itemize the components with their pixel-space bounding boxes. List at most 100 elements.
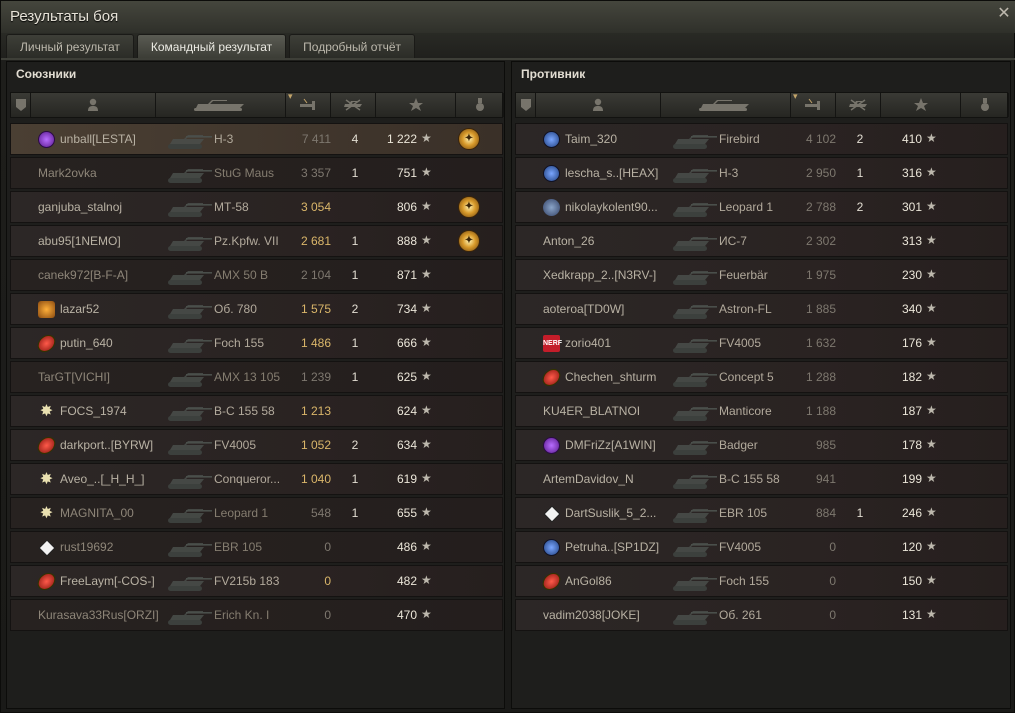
player-row[interactable]: ✸ FOCS_1974 В-С 155 58 1 213 624 ★ [10, 395, 503, 427]
player-name: lazar52 [60, 302, 100, 316]
player-row[interactable]: ArtemDavidov_N В-С 155 58 941 199 ★ [515, 463, 1008, 495]
sort-arrow-icon: ▾ [288, 91, 293, 101]
column-header-frags-icon[interactable] [836, 93, 881, 117]
player-row[interactable]: TarGT[VICHI] AMX 13 105 1 239 1 625 ★ [10, 361, 503, 393]
player-row[interactable]: darkport..[BYRW] FV4005 1 052 2 634 ★ [10, 429, 503, 461]
column-header-damage-icon[interactable]: ▾ [791, 91, 836, 117]
experience-value: 486 [396, 540, 417, 554]
player-name: lescha_s..[HEAX] [565, 166, 659, 180]
frags-value [345, 600, 365, 630]
player-name: putin_640 [60, 336, 113, 350]
tank-icon [164, 297, 214, 322]
experience-value: 734 [396, 302, 417, 316]
damage-value: 1 975 [805, 268, 836, 282]
player-row[interactable]: Anton_26 ИС-7 2 302 313 ★ [515, 225, 1008, 257]
experience-value: 1 222 [386, 132, 417, 146]
experience-value: 634 [396, 438, 417, 452]
player-row[interactable]: lescha_s..[HEAX] Н-3 2 950 1 316 ★ [515, 157, 1008, 189]
medal-icon[interactable]: ✦ [458, 230, 480, 252]
star-icon: ★ [421, 539, 432, 553]
tab-detailed-report[interactable]: Подробный отчёт [289, 34, 416, 58]
damage-value: 1 052 [300, 438, 331, 452]
vehicle-name: Об. 780 [214, 302, 257, 316]
player-row[interactable]: putin_640 Foch 155 1 486 1 666 ★ [10, 327, 503, 359]
player-row[interactable]: Mark2ovka StuG Maus 3 357 1 751 ★ [10, 157, 503, 189]
experience-value: 131 [901, 608, 922, 622]
player-row[interactable]: Kurasava33Rus[ORZI] Erich Kn. I 0 470 ★ [10, 599, 503, 631]
experience-value: 176 [901, 336, 922, 350]
tab-personal-result[interactable]: Личный результат [6, 34, 134, 58]
damage-value: 2 788 [805, 200, 836, 214]
star-icon: ★ [421, 233, 432, 247]
player-row[interactable]: abu95[1NEMO] Pz.Kpfw. VII 2 681 1 888 ★ ✦ [10, 225, 503, 257]
vehicle-name: МТ-58 [214, 200, 249, 214]
column-header-tank-icon[interactable] [661, 93, 791, 117]
player-row[interactable]: nikolaykolent90... Leopard 1 2 788 2 301 ★ [515, 191, 1008, 223]
experience-value: 178 [901, 438, 922, 452]
experience-value: 316 [901, 166, 922, 180]
player-row[interactable]: vadim2038[JOKE] Об. 261 0 131 ★ [515, 599, 1008, 631]
damage-value: 0 [829, 574, 836, 588]
player-row[interactable]: ✸ MAGNITA_00 Leopard 1 548 1 655 ★ [10, 497, 503, 529]
player-row[interactable]: Xedkrapp_2..[N3RV-] Feuerbär 1 975 230 ★ [515, 259, 1008, 291]
column-header-tank-icon[interactable] [156, 93, 286, 117]
player-row[interactable]: aoteroa[TD0W] Astron-FL 1 885 340 ★ [515, 293, 1008, 325]
damage-value: 985 [815, 438, 836, 452]
player-row[interactable]: KU4ER_BLATNOI Manticore 1 188 187 ★ [515, 395, 1008, 427]
frags-value [345, 532, 365, 562]
player-row[interactable]: rust19692 EBR 105 0 486 ★ [10, 531, 503, 563]
experience-value: 187 [901, 404, 922, 418]
medal-icon[interactable]: ✦ [458, 196, 480, 218]
vehicle-name: Н-3 [719, 166, 739, 180]
experience-value: 625 [396, 370, 417, 384]
damage-value: 548 [310, 506, 331, 520]
player-row[interactable]: Petruha..[SP1DZ] FV4005 0 120 ★ [515, 531, 1008, 563]
player-row[interactable]: NERF zorio401 FV4005 1 632 176 ★ [515, 327, 1008, 359]
player-name: aoteroa[TD0W] [543, 302, 625, 316]
player-row[interactable]: unball[LESTA] Н-3 7 411 4 1 222 ★ ✦ [10, 123, 503, 155]
damage-value: 7 411 [301, 132, 331, 146]
column-header-squad-icon[interactable] [11, 93, 31, 117]
vehicle-name: ИС-7 [719, 234, 747, 248]
column-header-medal-icon[interactable] [456, 93, 504, 117]
tank-icon [669, 399, 719, 424]
column-header-player-icon[interactable] [31, 93, 156, 117]
medal-icon[interactable]: ✦ [458, 128, 480, 150]
tank-icon [669, 161, 719, 186]
column-header-squad-icon[interactable] [516, 93, 536, 117]
vehicle-name: Об. 261 [719, 608, 762, 622]
player-row[interactable]: DartSuslik_5_2... EBR 105 884 1 246 ★ [515, 497, 1008, 529]
player-name: FreeLaym[-COS-] [60, 574, 155, 588]
player-name: TarGT[VICHI] [38, 370, 111, 384]
column-header-damage-icon[interactable]: ▾ [286, 91, 331, 117]
damage-value: 884 [815, 506, 836, 520]
column-header-player-icon[interactable] [536, 93, 661, 117]
tab-team-result[interactable]: Командный результат [136, 34, 287, 58]
player-row[interactable]: canek972[B-F-A] AMX 50 B 2 104 1 871 ★ [10, 259, 503, 291]
player-row[interactable]: Taim_320 Firebird 4 102 2 410 ★ [515, 123, 1008, 155]
player-row[interactable]: DMFriZz[A1WIN] Badger 985 178 ★ [515, 429, 1008, 461]
experience-value: 871 [396, 268, 417, 282]
experience-value: 199 [901, 472, 922, 486]
tank-icon [164, 569, 214, 594]
column-header-medal-icon[interactable] [961, 93, 1009, 117]
player-row[interactable]: ganjuba_stalnoj МТ-58 3 054 806 ★ ✦ [10, 191, 503, 223]
star-icon: ★ [421, 369, 432, 383]
player-row[interactable]: lazar52 Об. 780 1 575 2 734 ★ [10, 293, 503, 325]
column-header-frags-icon[interactable] [331, 93, 376, 117]
player-row[interactable]: Chechen_shturm Concept 5 1 288 182 ★ [515, 361, 1008, 393]
vehicle-name: FV215b 183 [214, 574, 280, 588]
enemies-list: Taim_320 Firebird 4 102 2 410 ★ lescha_s..[HEA… [515, 123, 1008, 633]
damage-value: 0 [829, 540, 836, 554]
player-row[interactable]: AnGol86 Foch 155 0 150 ★ [515, 565, 1008, 597]
clan-badge-icon [543, 505, 561, 523]
tank-icon [164, 263, 214, 288]
player-row[interactable]: FreeLaym[-COS-] FV215b 183 0 482 ★ [10, 565, 503, 597]
column-header-experience-icon[interactable] [881, 93, 961, 117]
clan-badge-icon [543, 539, 560, 556]
column-header-experience-icon[interactable] [376, 93, 456, 117]
star-icon: ★ [926, 437, 937, 451]
player-row[interactable]: ✸ Aveo_..[_H_H_] Conqueror... 1 040 1 619 ★ [10, 463, 503, 495]
tank-icon [669, 467, 719, 492]
close-icon[interactable]: ✕ [996, 6, 1012, 22]
